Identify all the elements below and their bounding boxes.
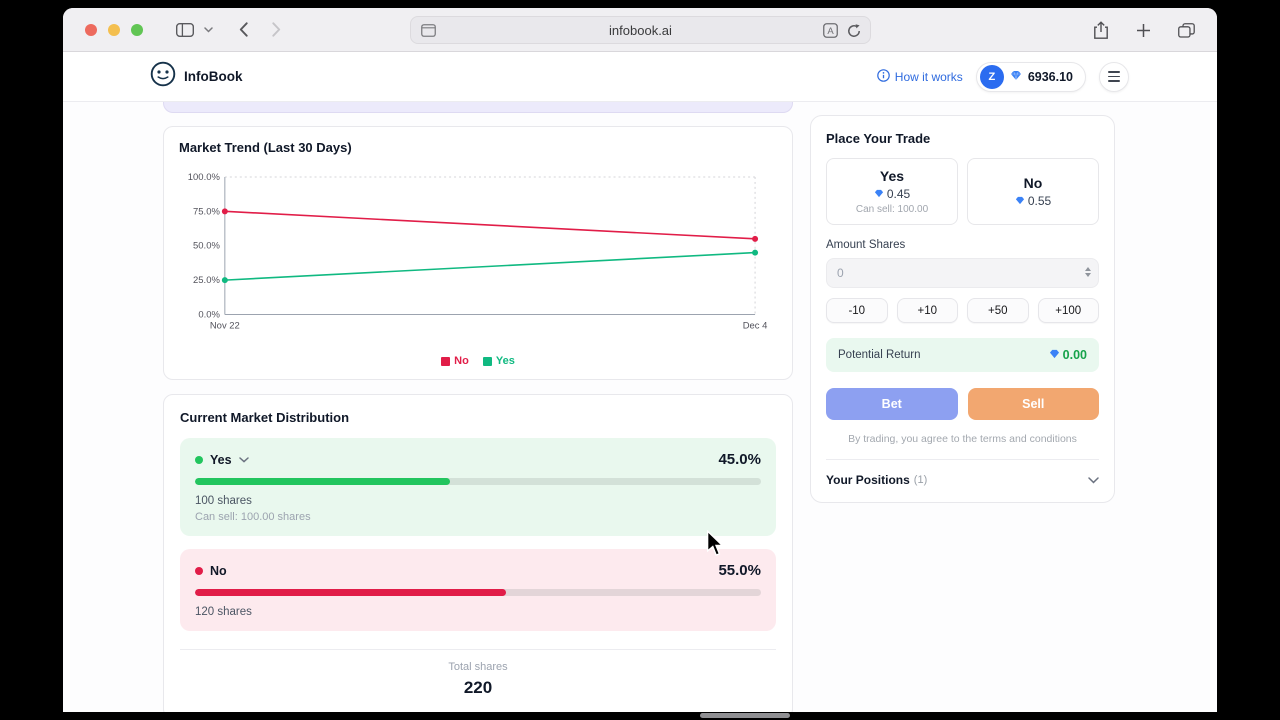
your-positions-row[interactable]: Your Positions (1) — [826, 459, 1099, 487]
svg-text:0.0%: 0.0% — [198, 309, 220, 320]
scrollbar-thumb[interactable] — [700, 713, 790, 718]
balance-pill[interactable]: Z 6936.10 — [975, 61, 1086, 92]
no-row-label: No — [210, 563, 227, 578]
legend-item-no: No — [441, 355, 469, 367]
trade-card-title: Place Your Trade — [826, 131, 931, 146]
no-option-price: 0.55 — [1027, 194, 1052, 208]
sidebar-toggle-icon[interactable] — [176, 22, 194, 37]
positions-label: Your Positions — [826, 473, 910, 487]
balance-amount: 6936.10 — [1027, 69, 1073, 84]
potential-return-row: Potential Return 0.00 — [826, 338, 1099, 372]
distribution-row-yes: Yes 45.0% 100 shares Can sell: 100.00 sh… — [180, 438, 776, 537]
no-percentage: 55.0% — [718, 562, 761, 580]
quick-minus-10-button[interactable]: -10 — [826, 298, 888, 323]
page-content: Market Trend (Last 30 Days) 100.0% 75.0% 5… — [63, 102, 1217, 712]
previous-card-bottom-edge — [163, 102, 793, 113]
tab-overview-icon[interactable] — [1178, 22, 1195, 38]
positions-chevron-icon[interactable] — [1088, 476, 1099, 484]
trend-chart: 100.0% 75.0% 50.0% 25.0% 0.0%Nov 22 Dec 4 — [188, 172, 768, 332]
new-tab-icon[interactable] — [1136, 23, 1151, 38]
svg-text:Nov 22: Nov 22 — [210, 320, 240, 331]
total-shares-value: 220 — [463, 678, 493, 698]
svg-text:75.0%: 75.0% — [193, 206, 220, 217]
yes-can-sell: Can sell: 100.00 shares — [195, 511, 311, 524]
no-option-button[interactable]: No 0.55 — [967, 158, 1099, 225]
potential-return-value: 0.00 — [1062, 348, 1087, 362]
legend-swatch-icon — [441, 356, 451, 366]
avatar: Z — [979, 64, 1004, 89]
yes-dot-icon — [195, 455, 203, 464]
browser-window: infobook.ai A InfoBook How it works Z 69… — [63, 8, 1217, 712]
gem-icon — [1010, 68, 1022, 86]
yes-progress-fill — [195, 478, 450, 486]
address-bar[interactable]: infobook.ai A — [410, 16, 871, 44]
distribution-row-no: No 55.0% 120 shares — [180, 549, 776, 632]
svg-text:50.0%: 50.0% — [193, 241, 220, 252]
yes-option-button[interactable]: Yes 0.45 Can sell: 100.00 — [826, 158, 958, 225]
translate-icon[interactable]: A — [823, 23, 838, 38]
traffic-lights — [85, 23, 143, 36]
yes-row-chevron-icon[interactable] — [238, 457, 249, 463]
legend-swatch-icon — [482, 356, 492, 366]
zoom-window-button[interactable] — [131, 23, 143, 36]
quick-plus-10-button[interactable]: +10 — [896, 298, 958, 323]
svg-text:100.0%: 100.0% — [188, 172, 221, 183]
app-header: InfoBook How it works Z 6936.10 — [63, 52, 1217, 102]
forward-button[interactable] — [272, 22, 281, 37]
quick-plus-50-button[interactable]: +50 — [967, 298, 1029, 323]
gem-icon — [1049, 348, 1060, 362]
brand[interactable]: InfoBook — [150, 61, 243, 92]
no-shares: 120 shares — [195, 606, 252, 619]
chevron-down-icon[interactable] — [204, 26, 213, 33]
yes-progress-track — [195, 478, 761, 486]
svg-text:A: A — [827, 26, 834, 37]
share-icon[interactable] — [1093, 20, 1109, 40]
yes-option-can-sell: Can sell: 100.00 — [855, 204, 929, 215]
browser-toolbar: infobook.ai A — [63, 8, 1217, 52]
place-trade-card: Place Your Trade Yes 0.45 Can sell: 100.… — [810, 115, 1115, 503]
close-window-button[interactable] — [85, 23, 97, 36]
yes-option-label: Yes — [879, 168, 905, 184]
how-it-works-label: How it works — [894, 69, 963, 84]
hamburger-menu-button[interactable] — [1099, 61, 1129, 92]
amount-stepper[interactable] — [1085, 267, 1091, 277]
trend-card-title: Market Trend (Last 30 Days) — [179, 140, 352, 155]
potential-return-label: Potential Return — [838, 349, 921, 361]
legend-item-yes: Yes — [482, 355, 515, 367]
back-button[interactable] — [239, 22, 248, 37]
positions-count: (1) — [913, 474, 928, 486]
no-option-label: No — [1023, 175, 1043, 191]
reload-icon[interactable] — [847, 23, 861, 38]
market-trend-card: Market Trend (Last 30 Days) 100.0% 75.0% 5… — [163, 126, 793, 381]
yes-option-price: 0.45 — [886, 187, 911, 201]
amount-shares-label: Amount Shares — [826, 239, 906, 251]
sell-button[interactable]: Sell — [967, 388, 1099, 420]
distribution-card-title: Current Market Distribution — [180, 410, 350, 426]
infobook-logo-icon — [150, 61, 176, 92]
amount-shares-input[interactable] — [826, 258, 1099, 288]
trend-legend: No Yes — [179, 355, 777, 367]
mouse-cursor — [706, 529, 725, 562]
brand-name: InfoBook — [184, 69, 243, 84]
yes-row-label: Yes — [210, 452, 232, 467]
minimize-window-button[interactable] — [108, 23, 120, 36]
yes-shares: 100 shares — [195, 495, 252, 508]
svg-text:Dec 4: Dec 4 — [743, 320, 768, 331]
gem-icon — [874, 187, 884, 201]
no-progress-fill — [195, 589, 507, 597]
quick-plus-100-button[interactable]: +100 — [1037, 298, 1099, 323]
how-it-works-link[interactable]: How it works — [876, 68, 963, 85]
page-settings-icon[interactable] — [421, 24, 436, 37]
gem-icon — [1015, 194, 1025, 208]
yes-percentage: 45.0% — [718, 451, 761, 469]
url-text: infobook.ai — [609, 22, 672, 38]
bet-button[interactable]: Bet — [826, 388, 958, 420]
info-icon — [876, 68, 890, 85]
no-progress-track — [195, 589, 761, 597]
market-distribution-card: Current Market Distribution Yes 45.0% 10… — [163, 394, 793, 712]
total-shares-label: Total shares — [448, 661, 508, 674]
terms-text: By trading, you agree to the terms and c… — [848, 433, 1077, 445]
no-dot-icon — [195, 566, 203, 575]
svg-text:25.0%: 25.0% — [193, 275, 220, 286]
